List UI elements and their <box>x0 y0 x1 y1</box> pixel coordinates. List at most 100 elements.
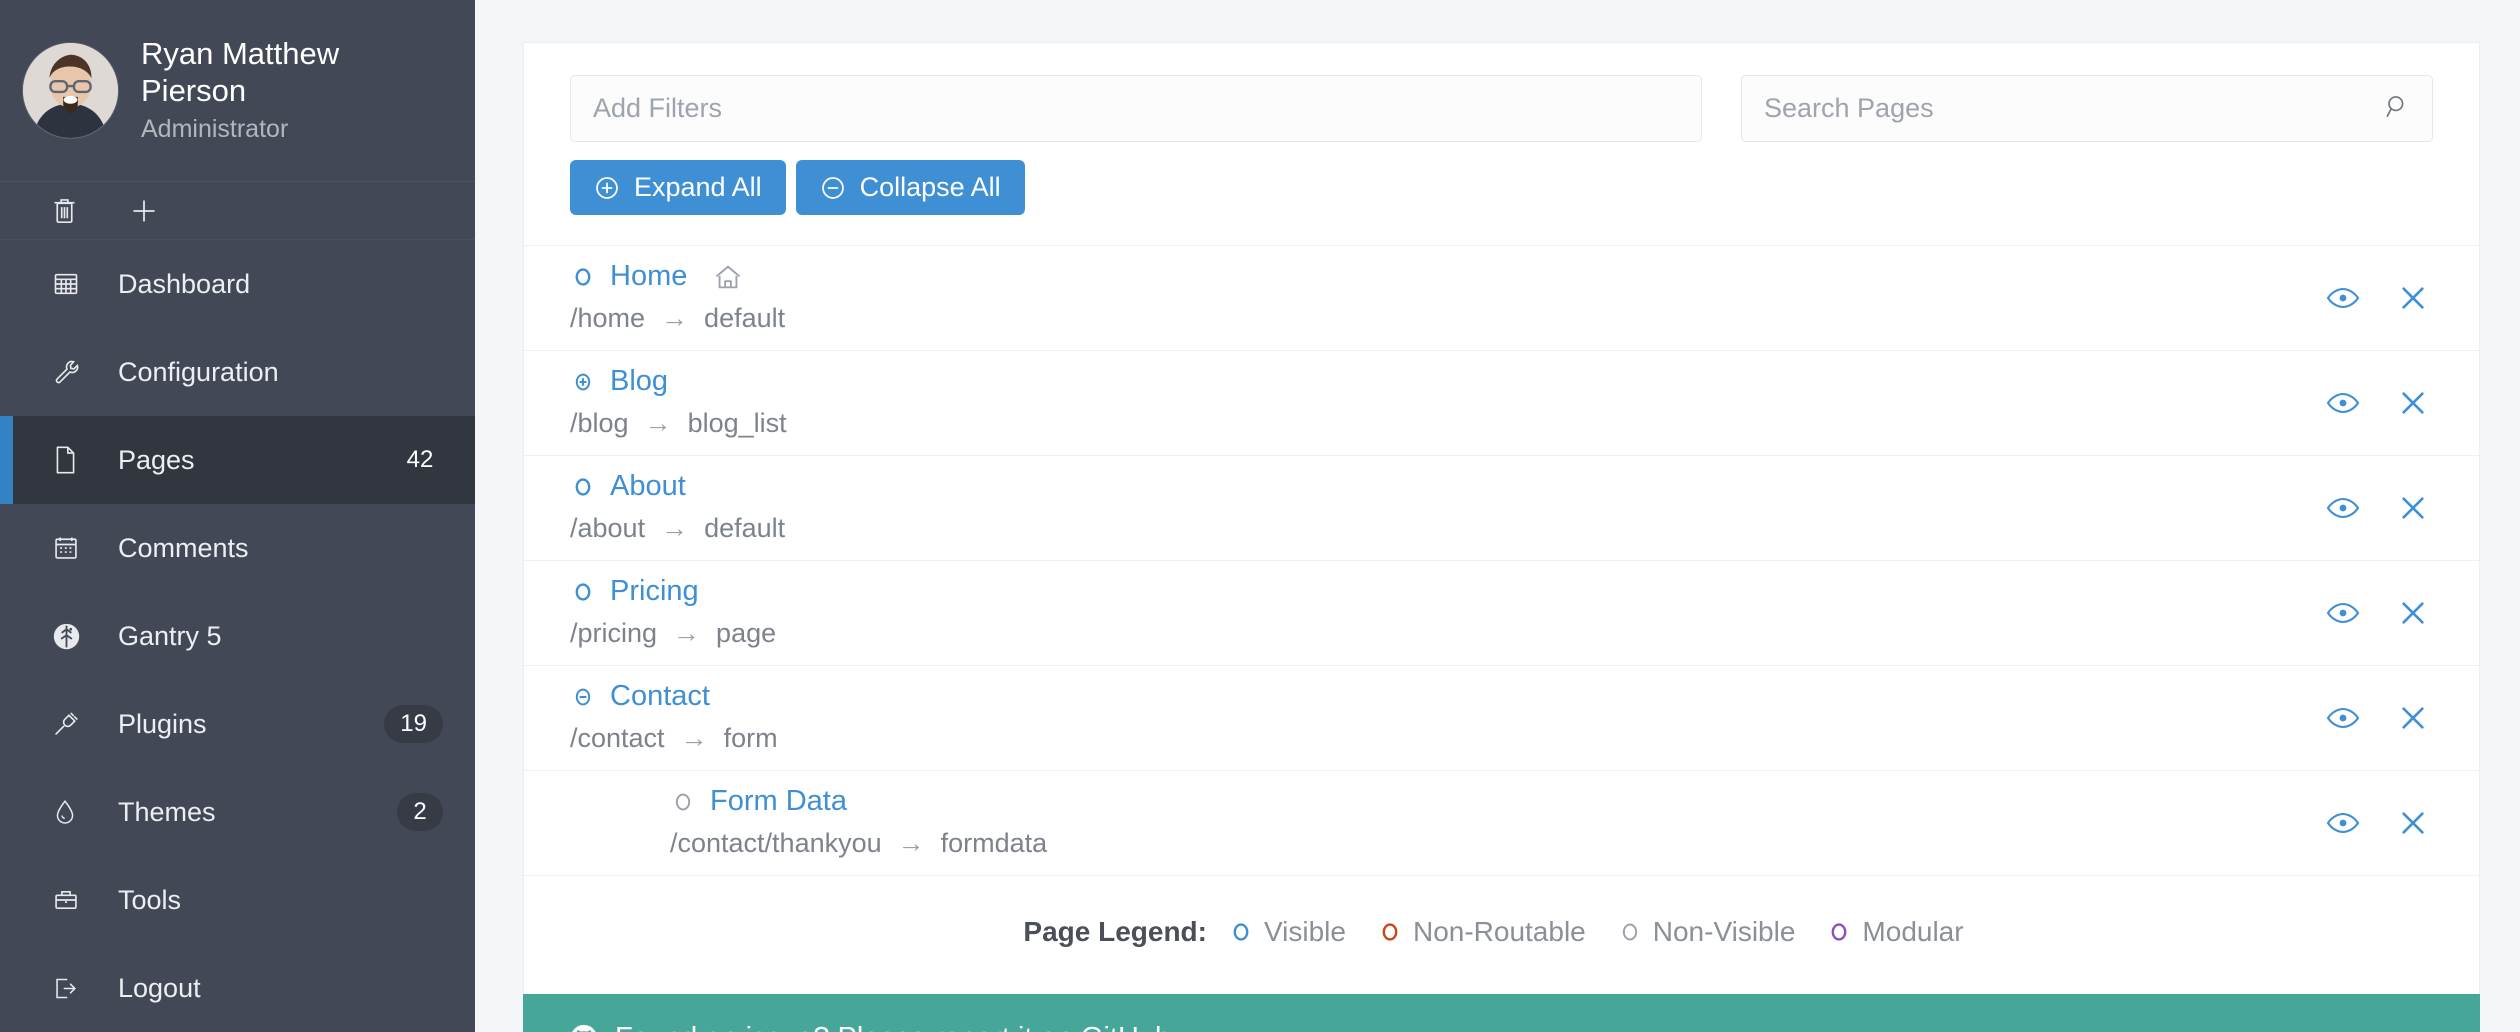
table-row[interactable]: Blog /blog → blog_list <box>524 350 2479 455</box>
collapse-all-button[interactable]: Collapse All <box>796 160 1025 215</box>
filter-column: Expand All Collapse All <box>570 75 1702 215</box>
status-circle-icon <box>1229 920 1253 944</box>
sidebar-item-tools[interactable]: Tools <box>0 856 475 944</box>
sidebar-item-gantry5[interactable]: Gantry 5 <box>0 592 475 680</box>
table-row[interactable]: Form Data /contact/thankyou → formdata <box>524 770 2479 875</box>
page-title-link[interactable]: Blog <box>610 367 668 396</box>
eye-icon[interactable] <box>2323 278 2363 318</box>
circle-minus-icon[interactable] <box>570 684 596 710</box>
sidebar-item-plugins[interactable]: Plugins 19 <box>0 680 475 768</box>
sidebar-item-label: Configuration <box>118 357 443 388</box>
page-route-line: /contact/thankyou → formdata <box>670 828 2323 859</box>
close-icon[interactable] <box>2393 803 2433 843</box>
sidebar-item-label: Logout <box>118 973 443 1004</box>
page-route-line: /about → default <box>570 513 2323 544</box>
legend-label: Non-Visible <box>1653 916 1796 948</box>
sidebar-item-badge: 19 <box>384 705 443 743</box>
legend-label: Non-Routable <box>1413 916 1586 948</box>
search-input[interactable] <box>1741 75 2433 142</box>
page-row-content: Blog /blog → blog_list <box>570 367 2323 439</box>
expand-all-button[interactable]: Expand All <box>570 160 786 215</box>
sidebar-item-label: Plugins <box>118 709 384 740</box>
user-profile-block[interactable]: Ryan Matthew Pierson Administrator <box>0 0 475 182</box>
page-template: page <box>716 618 776 649</box>
add-filters-input[interactable] <box>570 75 1702 142</box>
page-template: blog_list <box>688 408 787 439</box>
close-icon[interactable] <box>2393 383 2433 423</box>
page-row-content: Contact /contact → form <box>570 682 2323 754</box>
eye-icon[interactable] <box>2323 383 2363 423</box>
sidebar: Ryan Matthew Pierson Administrator <box>0 0 475 1032</box>
sidebar-item-logout[interactable]: Logout <box>0 944 475 1032</box>
sidebar-item-dashboard[interactable]: Dashboard <box>0 240 475 328</box>
sidebar-item-themes[interactable]: Themes 2 <box>0 768 475 856</box>
page-title-link[interactable]: Form Data <box>710 787 847 816</box>
table-row[interactable]: Pricing /pricing → page <box>524 560 2479 665</box>
eye-icon[interactable] <box>2323 803 2363 843</box>
close-icon[interactable] <box>2393 278 2433 318</box>
arrow-icon: → <box>645 408 672 439</box>
page-route-line: /home → default <box>570 303 2323 334</box>
collapse-all-label: Collapse All <box>860 172 1001 203</box>
table-row[interactable]: About /about → default <box>524 455 2479 560</box>
page-title-link[interactable]: About <box>610 472 686 501</box>
trash-icon[interactable] <box>50 197 78 225</box>
circle-plus-icon[interactable] <box>570 369 596 395</box>
page-template: form <box>724 723 778 754</box>
avatar <box>22 42 119 139</box>
plug-icon <box>52 710 94 738</box>
github-icon <box>569 1023 599 1032</box>
pages-toolbar: Expand All Collapse All <box>524 43 2479 215</box>
close-icon[interactable] <box>2393 488 2433 528</box>
droplet-icon <box>52 798 94 826</box>
legend-title: Page Legend: <box>1023 916 1207 948</box>
legend-label: Modular <box>1862 916 1963 948</box>
sidebar-item-label: Themes <box>118 797 397 828</box>
table-row[interactable]: Contact /contact → form <box>524 665 2479 770</box>
pages-list: Home /home → <box>524 245 2479 875</box>
sidebar-item-comments[interactable]: Comments <box>0 504 475 592</box>
arrow-icon: → <box>661 513 688 544</box>
page-row-content: Form Data /contact/thankyou → formdata <box>570 787 2323 859</box>
row-actions <box>2323 488 2433 528</box>
file-icon <box>52 445 94 475</box>
sidebar-item-label: Comments <box>118 533 443 564</box>
github-issue-banner[interactable]: Found an issue? Please report it on GitH… <box>523 994 2480 1032</box>
sidebar-item-pages[interactable]: Pages 42 <box>0 416 475 504</box>
sidebar-item-badge: 42 <box>397 441 443 479</box>
page-route: /pricing <box>570 618 657 649</box>
home-icon <box>713 263 743 291</box>
pages-panel: Expand All Collapse All <box>523 42 2480 994</box>
eye-icon[interactable] <box>2323 698 2363 738</box>
table-row[interactable]: Home /home → <box>524 245 2479 350</box>
status-circle-icon <box>1618 920 1642 944</box>
page-route: /blog <box>570 408 629 439</box>
status-circle-icon <box>670 789 696 815</box>
close-icon[interactable] <box>2393 593 2433 633</box>
close-icon[interactable] <box>2393 698 2433 738</box>
sidebar-item-configuration[interactable]: Configuration <box>0 328 475 416</box>
page-title-link[interactable]: Home <box>610 262 687 291</box>
page-title-link[interactable]: Contact <box>610 682 710 711</box>
github-issue-text: Found an issue? Please report it on GitH… <box>615 1022 1179 1032</box>
sidebar-item-label: Gantry 5 <box>118 621 443 652</box>
row-actions <box>2323 803 2433 843</box>
eye-icon[interactable] <box>2323 488 2363 528</box>
page-route-line: /blog → blog_list <box>570 408 2323 439</box>
arrow-icon: → <box>681 723 708 754</box>
page-route-line: /pricing → page <box>570 618 2323 649</box>
toolbox-icon <box>52 887 94 913</box>
page-row-content: Pricing /pricing → page <box>570 577 2323 649</box>
status-circle-icon <box>1827 920 1851 944</box>
arrow-icon: → <box>898 828 925 859</box>
page-title-line: Pricing <box>570 577 2323 606</box>
page-row-content: Home /home → <box>570 262 2323 334</box>
page-route: /home <box>570 303 645 334</box>
eye-icon[interactable] <box>2323 593 2363 633</box>
search-wrapper <box>1741 75 2433 142</box>
plus-icon[interactable] <box>130 197 158 225</box>
page-title-line: Blog <box>570 367 2323 396</box>
page-title-link[interactable]: Pricing <box>610 577 699 606</box>
row-actions <box>2323 278 2433 318</box>
user-role: Administrator <box>141 115 445 145</box>
